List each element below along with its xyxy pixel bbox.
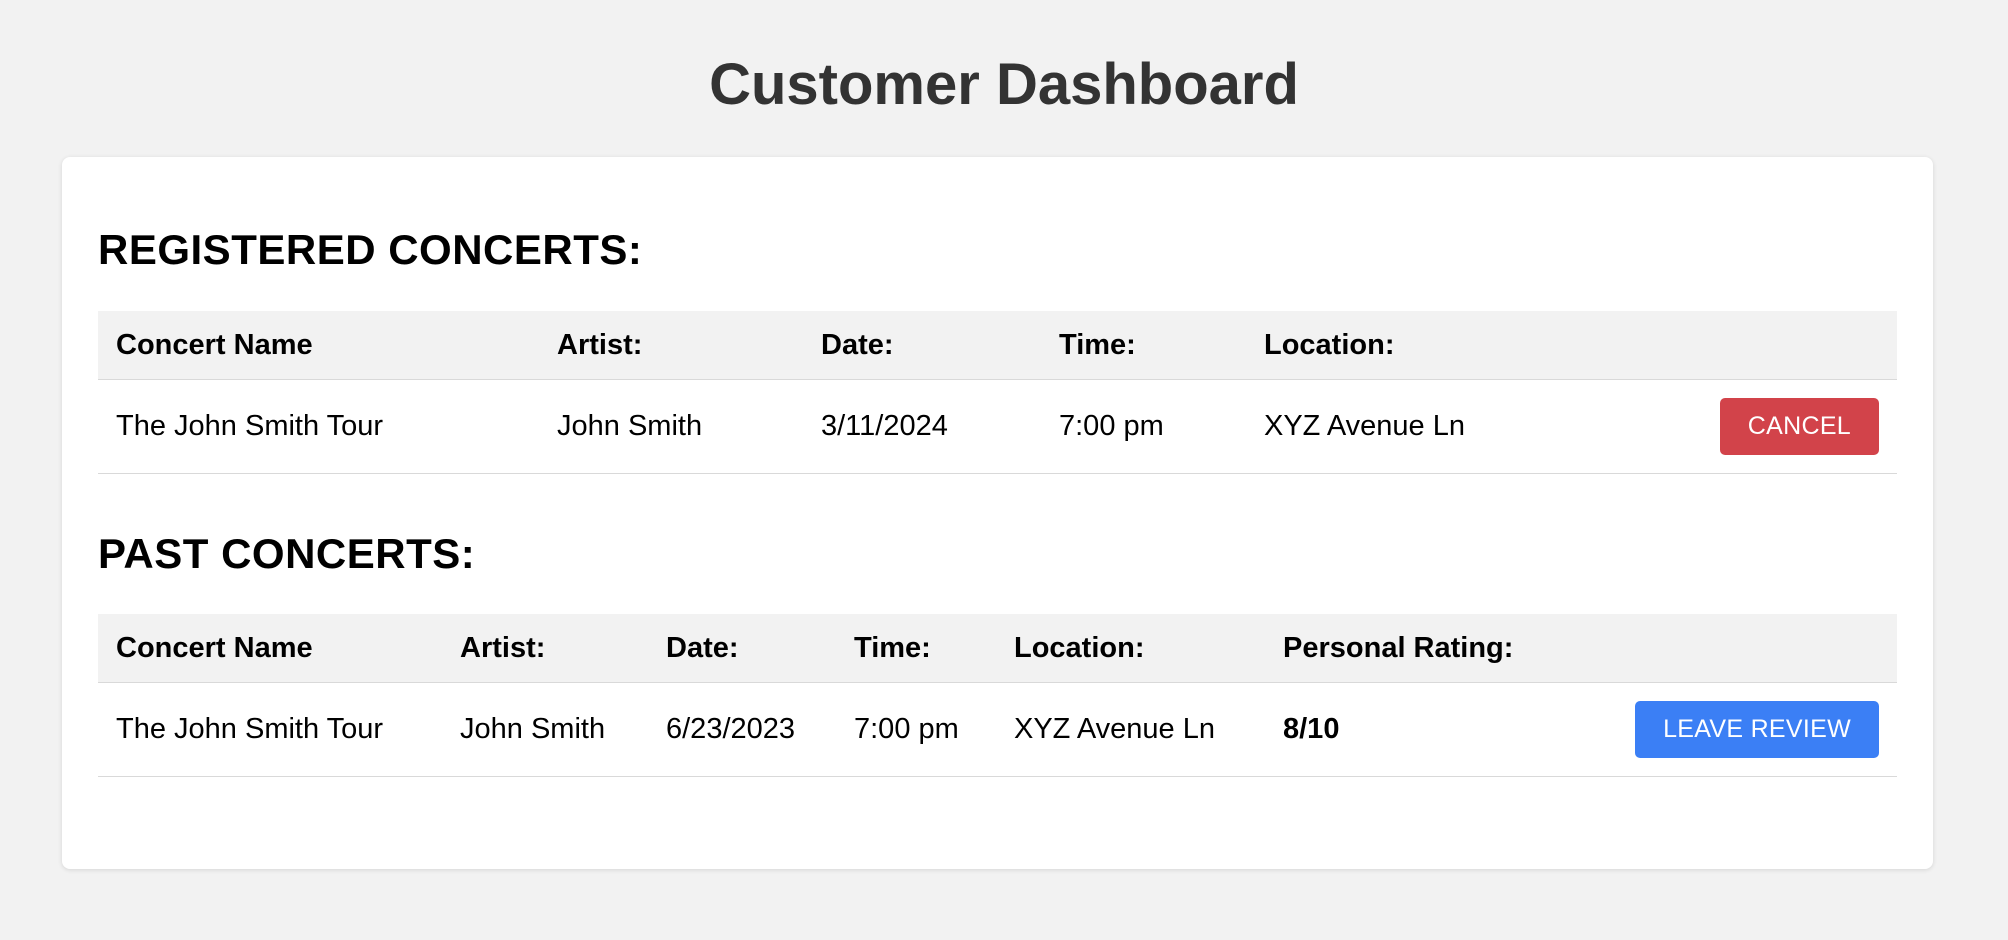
table-header-row: Concert Name Artist: Date: Time: Locatio… — [98, 311, 1897, 380]
column-header-artist: Artist: — [539, 311, 803, 380]
registered-concerts-table: Concert Name Artist: Date: Time: Locatio… — [98, 311, 1897, 474]
column-header-time: Time: — [836, 614, 996, 683]
column-header-concert-name: Concert Name — [98, 614, 442, 683]
dashboard-card: REGISTERED CONCERTS: Concert Name Artist… — [62, 157, 1933, 869]
table-row: The John Smith Tour John Smith 3/11/2024… — [98, 379, 1897, 474]
location-cell: XYZ Avenue Ln — [996, 682, 1265, 777]
location-cell: XYZ Avenue Ln — [1246, 379, 1578, 474]
artist-cell: John Smith — [442, 682, 648, 777]
concert-name-cell: The John Smith Tour — [98, 379, 539, 474]
column-header-action — [1578, 311, 1897, 380]
column-header-location: Location: — [996, 614, 1265, 683]
action-cell: CANCEL — [1578, 379, 1897, 474]
cancel-button[interactable]: CANCEL — [1719, 398, 1879, 455]
column-header-time: Time: — [1041, 311, 1246, 380]
column-header-date: Date: — [803, 311, 1041, 380]
time-cell: 7:00 pm — [836, 682, 996, 777]
column-header-action — [1545, 614, 1897, 683]
concert-name-cell: The John Smith Tour — [98, 682, 442, 777]
table-header-row: Concert Name Artist: Date: Time: Locatio… — [98, 614, 1897, 683]
personal-rating-cell: 8/10 — [1265, 682, 1545, 777]
table-row: The John Smith Tour John Smith 6/23/2023… — [98, 682, 1897, 777]
column-header-location: Location: — [1246, 311, 1578, 380]
time-cell: 7:00 pm — [1041, 379, 1246, 474]
leave-review-button[interactable]: LEAVE REVIEW — [1635, 701, 1879, 758]
date-cell: 6/23/2023 — [648, 682, 836, 777]
column-header-concert-name: Concert Name — [98, 311, 539, 380]
past-concerts-table: Concert Name Artist: Date: Time: Locatio… — [98, 614, 1897, 777]
past-concerts-title: PAST CONCERTS: — [98, 530, 476, 577]
column-header-date: Date: — [648, 614, 836, 683]
page-title: Customer Dashboard — [709, 52, 1299, 117]
column-header-artist: Artist: — [442, 614, 648, 683]
registered-concerts-title: REGISTERED CONCERTS: — [98, 226, 643, 273]
date-cell: 3/11/2024 — [803, 379, 1041, 474]
action-cell: LEAVE REVIEW — [1545, 682, 1897, 777]
artist-cell: John Smith — [539, 379, 803, 474]
column-header-personal-rating: Personal Rating: — [1265, 614, 1545, 683]
